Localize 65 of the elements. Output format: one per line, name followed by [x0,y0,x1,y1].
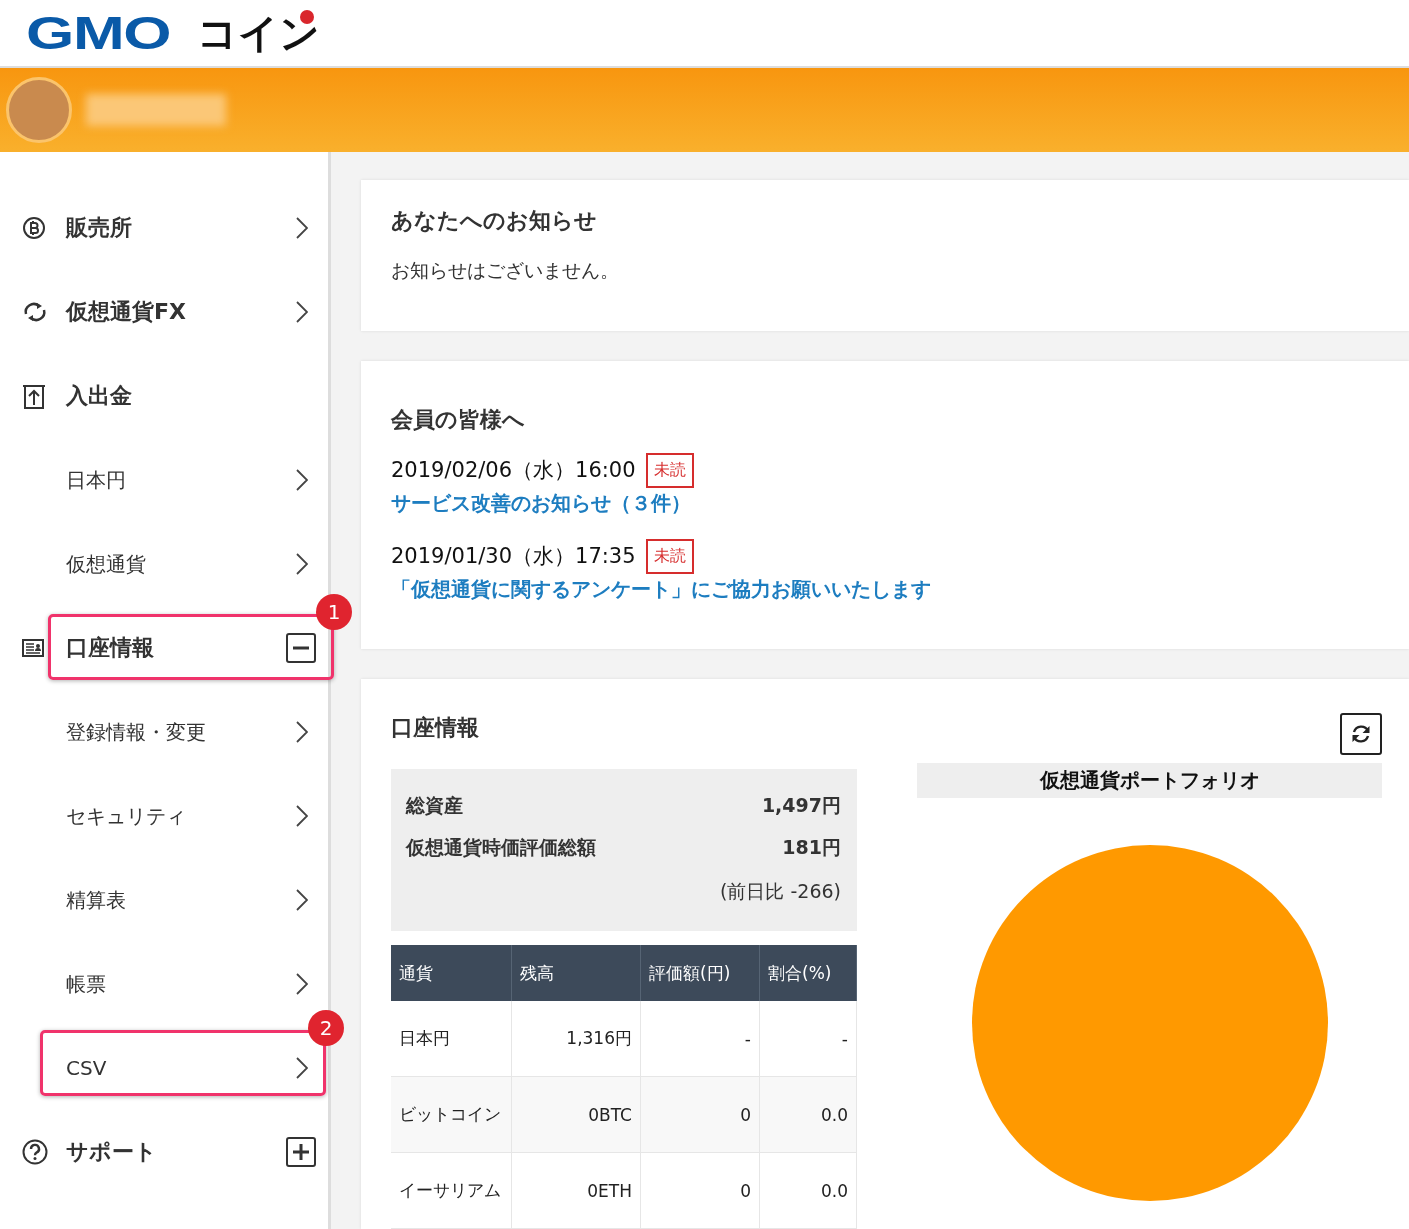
sidebar-item[interactable]: 帳票 [66,970,296,998]
chevron-right-icon[interactable] [296,553,308,575]
sidebar-item[interactable]: 販売所 [66,213,296,243]
notice-message: お知らせはございません。 [391,258,620,283]
chevron-right-icon[interactable] [296,301,308,323]
sidebar-item[interactable]: 日本円 [66,466,296,494]
chevron-right-icon[interactable] [296,721,308,743]
table-cell: 日本円 [391,1001,512,1077]
column-header: 評価額(円) [640,945,760,1001]
sidebar-item[interactable]: 精算表 [66,886,296,914]
summary-label: 総資産 [406,793,463,818]
collapse-icon[interactable] [286,633,316,663]
column-header: 通貨 [391,945,512,1001]
card-title: あなたへのお知らせ [391,207,598,235]
refresh-button[interactable] [1340,713,1382,755]
notice-link[interactable]: 「仮想通貨に関するアンケート」にご協力お願いいたします [391,576,1409,603]
sidebar-item[interactable]: 仮想通貨 [66,550,296,578]
table-cell: 0 [640,1076,760,1153]
notice-datetime: 2019/01/30（水）17:35 [391,543,636,571]
sidebar-item[interactable]: CSV [66,1056,296,1080]
sidebar-item[interactable]: 入出金 [66,381,310,411]
table-cell: 0ETH [511,1152,641,1229]
column-header: 割合(%) [759,945,857,1001]
daily-change: (前日比 -266) [719,879,841,904]
table-cell: ビットコイン [391,1076,512,1153]
card-title: 口座情報 [391,714,480,742]
table-cell: 0BTC [511,1076,641,1153]
logo[interactable]: GMO コイン [26,10,320,56]
refresh-icon [1350,723,1372,745]
sidebar-item[interactable]: 口座情報 [66,633,286,663]
table-cell: イーサリアム [391,1152,512,1229]
chevron-right-icon[interactable] [296,1057,308,1079]
unread-badge: 未読 [645,539,694,574]
table-cell: - [759,1001,857,1077]
help-icon [22,1139,48,1165]
notice-link[interactable]: サービス改善のお知らせ（３件） [391,490,1409,517]
portfolio-title: 仮想通貨ポートフォリオ [917,763,1382,798]
id-card-icon [22,639,44,657]
table-cell: - [640,1001,760,1077]
notice-datetime: 2019/02/06（水）16:00 [391,457,636,485]
sidebar-item[interactable]: 登録情報・変更 [66,718,296,746]
chevron-right-icon[interactable] [296,469,308,491]
column-header: 残高 [511,945,641,1001]
table-cell: 0.0 [759,1152,857,1229]
callout-number: 1 [316,594,352,630]
summary-value: 181円 [782,835,841,860]
sidebar-item[interactable]: サポート [66,1137,286,1167]
table-cell: 0.0 [759,1076,857,1153]
summary-label: 仮想通貨時価評価総額 [406,835,596,860]
coin-icon [22,216,46,240]
chevron-right-icon[interactable] [296,889,308,911]
sidebar-item[interactable]: 仮想通貨FX [66,297,296,327]
callout-number: 2 [308,1010,344,1046]
chevron-right-icon[interactable] [296,973,308,995]
unread-badge: 未読 [645,453,694,488]
card-title: 会員の皆様へ [391,406,526,434]
table-cell: 1,316円 [511,1001,641,1077]
chevron-right-icon[interactable] [296,217,308,239]
table-cell: 0 [640,1152,760,1229]
sidebar-item[interactable]: セキュリティ [66,802,296,830]
upload-box-icon [22,383,46,409]
chevron-right-icon[interactable] [296,805,308,827]
summary-value: 1,497円 [761,793,841,818]
expand-icon[interactable] [286,1137,316,1167]
exchange-arrows-icon [22,300,48,324]
